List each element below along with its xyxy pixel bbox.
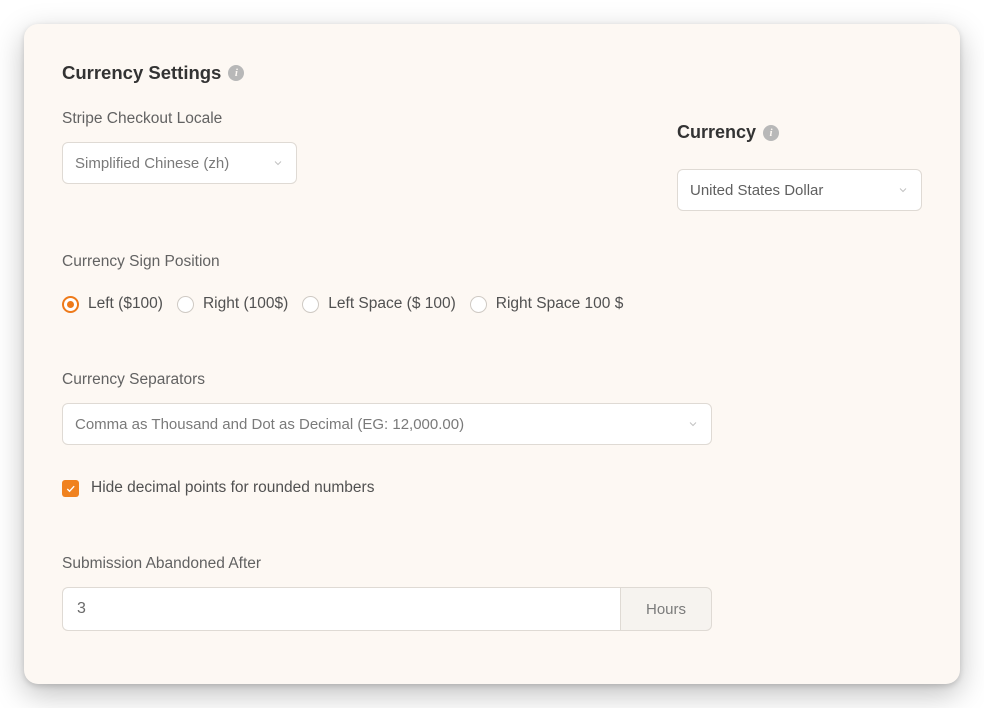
radio-icon [62,296,79,313]
currency-title: Currency i [677,122,922,143]
separators-select[interactable]: Comma as Thousand and Dot as Decimal (EG… [62,403,712,445]
sign-position-left-space[interactable]: Left Space ($ 100) [302,295,456,313]
sign-position-label: Currency Sign Position [62,253,922,271]
chevron-down-icon [897,184,909,196]
currency-select[interactable]: United States Dollar [677,169,922,211]
hide-decimals-checkbox[interactable] [62,480,79,497]
sign-position-right-space[interactable]: Right Space 100 $ [470,295,624,313]
radio-icon [302,296,319,313]
info-icon[interactable]: i [228,65,244,81]
chevron-down-icon [687,418,699,430]
abandoned-input-group: 3 Hours [62,587,712,631]
sign-position-option-label: Right Space 100 $ [496,295,624,313]
stripe-locale-selected: Simplified Chinese (zh) [75,155,229,172]
info-icon[interactable]: i [763,125,779,141]
hide-decimals-label: Hide decimal points for rounded numbers [91,479,374,497]
currency-settings-title: Currency Settings i [62,62,637,84]
separators-selected: Comma as Thousand and Dot as Decimal (EG… [75,416,464,433]
currency-selected: United States Dollar [690,182,823,199]
abandoned-value: 3 [77,600,86,618]
locale-label: Stripe Checkout Locale [62,110,637,128]
sign-position-option-label: Left Space ($ 100) [328,295,456,313]
abandoned-value-input[interactable]: 3 [62,587,620,631]
sign-position-option-label: Right (100$) [203,295,288,313]
radio-icon [470,296,487,313]
sign-position-radios: Left ($100) Right (100$) Left Space ($ 1… [62,295,922,313]
currency-settings-title-text: Currency Settings [62,62,221,84]
stripe-locale-select[interactable]: Simplified Chinese (zh) [62,142,297,184]
sign-position-right[interactable]: Right (100$) [177,295,288,313]
chevron-down-icon [272,157,284,169]
sign-position-left[interactable]: Left ($100) [62,295,163,313]
settings-card: Currency Settings i Stripe Checkout Loca… [24,24,960,684]
abandoned-label: Submission Abandoned After [62,555,922,573]
abandoned-unit: Hours [620,587,712,631]
sign-position-option-label: Left ($100) [88,295,163,313]
currency-title-text: Currency [677,122,756,143]
radio-icon [177,296,194,313]
separators-label: Currency Separators [62,371,922,389]
